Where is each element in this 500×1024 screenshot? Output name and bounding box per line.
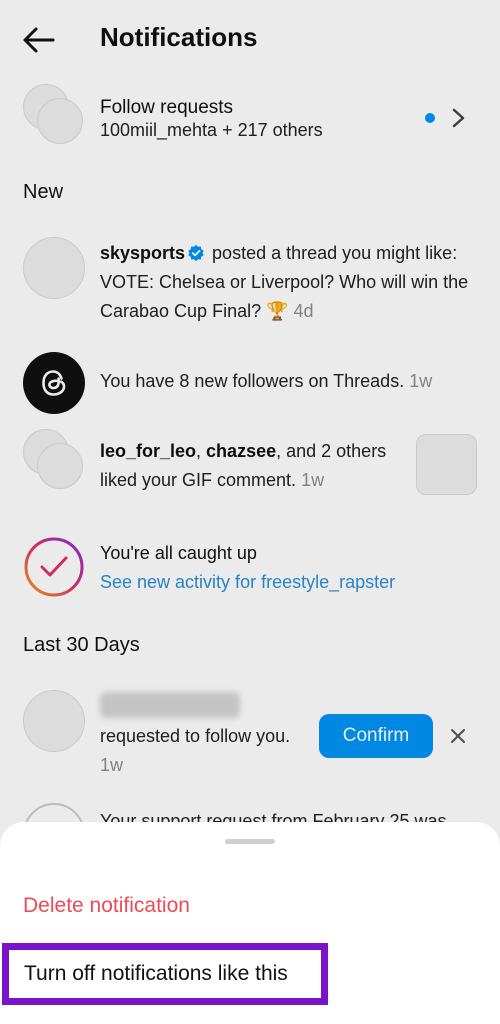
notifications-screen: Notifications Follow requests 100miil_me… xyxy=(0,0,500,1024)
delete-notification-option[interactable]: Delete notification xyxy=(23,894,190,918)
turn-off-notifications-option[interactable]: Turn off notifications like this xyxy=(2,943,328,1005)
drag-handle[interactable] xyxy=(225,839,275,844)
options-bottom-sheet: Delete notification Turn off notificatio… xyxy=(0,822,500,1024)
